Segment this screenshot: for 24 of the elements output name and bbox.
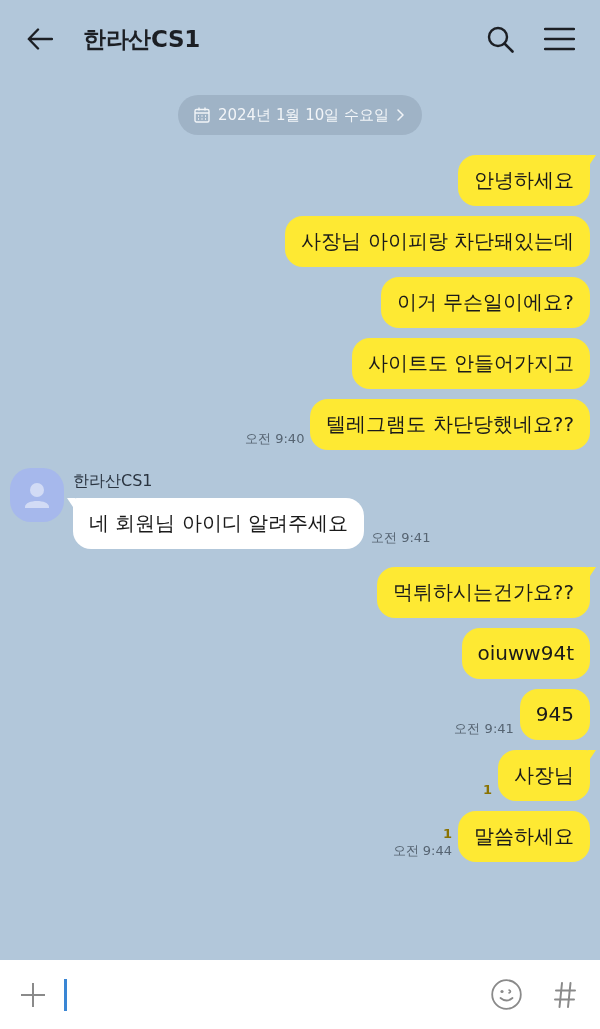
hashtag-icon[interactable] — [554, 981, 576, 1008]
chat-title: 한라산CS1 — [83, 24, 202, 54]
sender-name: 한라산CS1 — [73, 471, 153, 491]
calendar-icon — [193, 107, 210, 123]
message-time: 오전 9:41 — [371, 529, 431, 546]
message-bubble: 말씀하세요 — [458, 811, 590, 862]
menu-icon[interactable] — [544, 27, 575, 51]
back-arrow-icon[interactable] — [27, 28, 53, 50]
emoji-icon[interactable] — [491, 979, 522, 1010]
message-time: 오전 9:40 — [245, 430, 305, 447]
date-divider[interactable]: 2024년 1월 10일 수요일 — [177, 95, 423, 135]
message-time: 오전 9:44 — [392, 842, 452, 859]
plus-icon[interactable] — [20, 981, 46, 1008]
unread-count: 1 — [482, 782, 492, 798]
message-bubble: 이거 무슨일이에요? — [381, 277, 590, 328]
unread-count: 1 — [442, 826, 452, 842]
message-bubble: 945 — [519, 689, 590, 740]
chevron-right-icon — [397, 109, 405, 121]
message-bubble: 사장님 아이피랑 차단돼있는데 — [285, 216, 590, 267]
search-icon[interactable] — [487, 25, 514, 53]
message-bubble: oiuww94t — [461, 628, 590, 679]
message-time: 오전 9:41 — [454, 720, 514, 737]
message-bubble: 사이트도 안들어가지고 — [351, 338, 590, 389]
message-bubble: 텔레그램도 차단당했네요?? — [310, 399, 590, 450]
